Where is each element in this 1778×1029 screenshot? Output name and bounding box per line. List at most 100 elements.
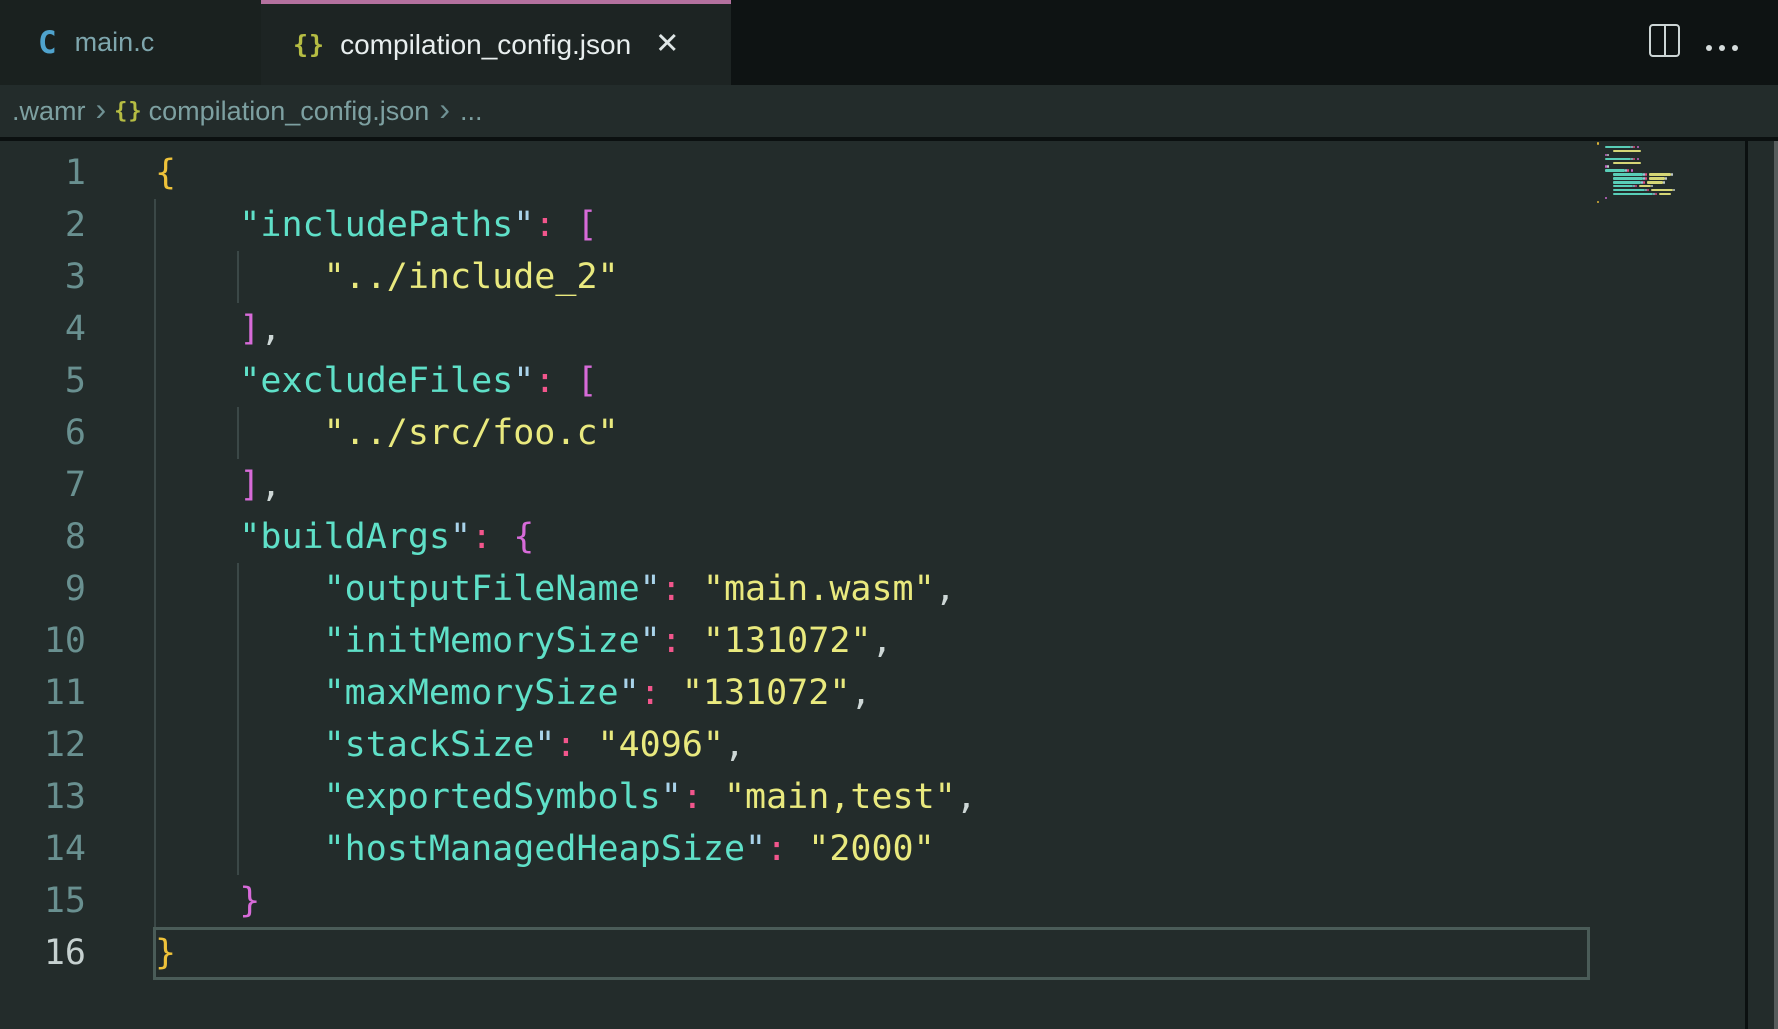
minimap-line [1605, 158, 1631, 161]
minimap-line [1649, 177, 1665, 180]
code-text: { [86, 147, 176, 199]
indent-guide [237, 407, 239, 459]
minimap-line [1637, 158, 1639, 161]
json-file-icon: {} [114, 99, 143, 124]
minimap-line [1647, 189, 1649, 192]
code-text: "outputFileName": "main.wasm", [86, 563, 956, 615]
code-text: "../src/foo.c" [86, 407, 619, 459]
minimap-line [1671, 173, 1673, 176]
line-number: 14 [0, 823, 86, 875]
minimap-line [1627, 169, 1629, 172]
code-text: "stackSize": "4096", [86, 719, 745, 771]
minimap-line [1613, 150, 1641, 153]
minimap-line [1645, 177, 1647, 180]
line-number: 7 [0, 459, 86, 511]
tab-label: compilation_config.json [340, 29, 631, 61]
editor-actions [1649, 24, 1740, 57]
minimap-line [1607, 165, 1609, 168]
code-line[interactable]: 15 } [0, 875, 1778, 927]
minimap-line [1655, 193, 1657, 196]
line-number: 5 [0, 355, 86, 407]
chevron-right-icon: › [439, 91, 450, 128]
minimap-line [1647, 181, 1663, 184]
code-line[interactable]: 4 ], [0, 303, 1778, 355]
minimap-line [1645, 173, 1647, 176]
c-file-icon: C [38, 25, 57, 61]
minimap-line [1605, 197, 1607, 200]
line-number: 4 [0, 303, 86, 355]
tab-main-c[interactable]: C main.c [0, 0, 261, 85]
minimap[interactable] [1597, 142, 1745, 212]
code-area[interactable]: 1{2 "includePaths": [3 "../include_2"4 ]… [0, 147, 1778, 979]
minimap-line [1613, 173, 1643, 176]
breadcrumb-symbol[interactable]: ... [460, 96, 483, 127]
tab-compilation-config-json[interactable]: {} compilation_config.json ✕ [261, 0, 731, 85]
chevron-right-icon: › [96, 91, 107, 128]
minimap-line [1607, 154, 1609, 157]
minimap-line [1633, 158, 1635, 161]
split-editor-icon[interactable] [1649, 24, 1680, 57]
minimap-line [1613, 162, 1641, 165]
minimap-line [1663, 181, 1665, 184]
minimap-line [1639, 185, 1651, 188]
minimap-line [1665, 177, 1667, 180]
minimap-line [1613, 177, 1643, 180]
breadcrumb: .wamr › {} compilation_config.json › ... [0, 85, 1778, 137]
code-line[interactable]: 10 "initMemorySize": "131072", [0, 615, 1778, 667]
indent-guide [237, 563, 239, 875]
indent-guide [154, 199, 156, 927]
editor: 1{2 "includePaths": [3 "../include_2"4 ]… [0, 141, 1778, 1029]
code-line[interactable]: 1{ [0, 147, 1778, 199]
line-number: 3 [0, 251, 86, 303]
tab-bar: C main.c {} compilation_config.json ✕ [0, 0, 1778, 85]
breadcrumb-folder[interactable]: .wamr [12, 96, 86, 127]
json-file-icon: {} [293, 30, 325, 59]
code-text: ], [86, 303, 281, 355]
current-line-highlight [153, 927, 1590, 980]
code-line[interactable]: 3 "../include_2" [0, 251, 1778, 303]
minimap-line [1633, 146, 1635, 149]
line-number: 1 [0, 147, 86, 199]
minimap-line [1659, 193, 1671, 196]
minimap-line [1605, 169, 1625, 172]
minimap-line [1651, 189, 1673, 192]
minimap-line [1597, 142, 1599, 145]
minimap-line [1673, 189, 1675, 192]
scrollbar[interactable] [1774, 141, 1778, 1029]
line-number: 2 [0, 199, 86, 251]
tab-label: main.c [75, 27, 155, 58]
code-line[interactable]: 8 "buildArgs": { [0, 511, 1778, 563]
code-line[interactable]: 14 "hostManagedHeapSize": "2000" [0, 823, 1778, 875]
minimap-line [1649, 173, 1671, 176]
code-line[interactable]: 5 "excludeFiles": [ [0, 355, 1778, 407]
minimap-line [1605, 146, 1631, 149]
code-text: "exportedSymbols": "main,test", [86, 771, 977, 823]
close-tab-icon[interactable]: ✕ [655, 30, 679, 59]
line-number: 16 [0, 927, 86, 979]
line-number: 6 [0, 407, 86, 459]
vscode-window: C main.c {} compilation_config.json ✕ .w… [0, 0, 1778, 1029]
code-line[interactable]: 9 "outputFileName": "main.wasm", [0, 563, 1778, 615]
line-number: 10 [0, 615, 86, 667]
code-line[interactable]: 11 "maxMemorySize": "131072", [0, 667, 1778, 719]
minimap-border [1745, 141, 1748, 1029]
code-line[interactable]: 13 "exportedSymbols": "main,test", [0, 771, 1778, 823]
minimap-line [1613, 189, 1645, 192]
line-number: 15 [0, 875, 86, 927]
minimap-line [1613, 181, 1641, 184]
minimap-line [1635, 185, 1637, 188]
code-line[interactable]: 12 "stackSize": "4096", [0, 719, 1778, 771]
line-number: 9 [0, 563, 86, 615]
breadcrumb-file[interactable]: compilation_config.json [149, 96, 430, 127]
code-text: "includePaths": [ [86, 199, 598, 251]
code-text: } [86, 875, 260, 927]
code-text: "hostManagedHeapSize": "2000" [86, 823, 935, 875]
code-line[interactable]: 6 "../src/foo.c" [0, 407, 1778, 459]
minimap-line [1613, 193, 1653, 196]
code-line[interactable]: 2 "includePaths": [ [0, 199, 1778, 251]
indent-guide [237, 251, 239, 303]
code-line[interactable]: 7 ], [0, 459, 1778, 511]
more-actions-icon[interactable] [1706, 45, 1712, 51]
minimap-line [1597, 201, 1599, 204]
minimap-line [1631, 169, 1633, 172]
